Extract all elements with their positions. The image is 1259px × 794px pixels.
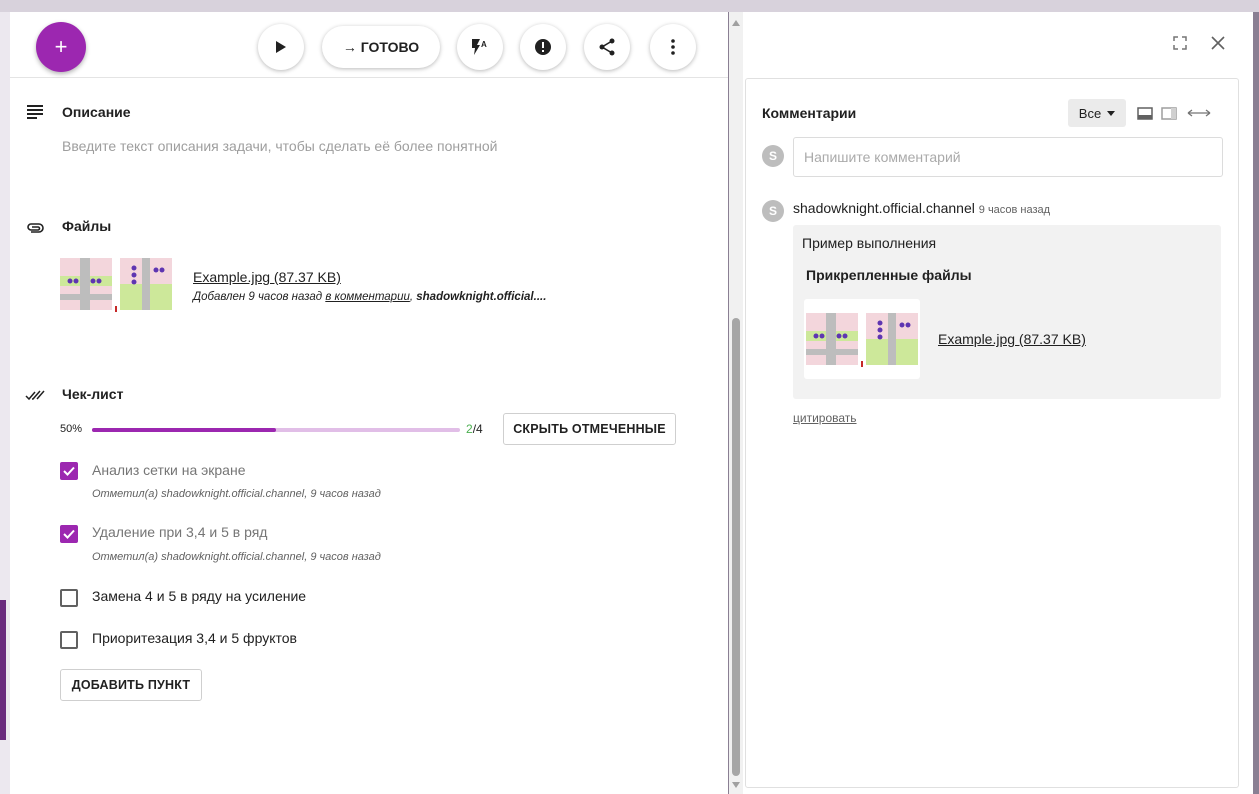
fullscreen-icon [1173,36,1187,50]
svg-text:A: A [481,40,487,49]
description-placeholder[interactable]: Введите текст описания задачи, чтобы сде… [62,138,497,154]
checklist-checkbox[interactable] [60,525,78,543]
checklist-item-text[interactable]: Удаление при 3,4 и 5 в ряд [92,524,267,540]
flash-auto-icon: A [472,39,487,55]
scroll-down-arrow[interactable] [732,782,740,788]
file-meta-text: Добавлен 9 часов назад [193,291,326,303]
avatar: S [762,145,784,167]
checklist-icon [25,386,45,406]
background-strip [0,0,1259,12]
share-icon [599,38,615,56]
checklist-title: Чек-лист [62,386,124,402]
checklist-item-meta: Отметил(а) shadowknight.official.channel… [92,551,381,563]
play-button[interactable] [258,24,304,70]
task-toolbar: + → ГОТОВО A [10,12,728,78]
comment-text: Пример выполнения [802,235,937,251]
add-button[interactable]: + [36,22,86,72]
close-button[interactable] [1207,32,1229,54]
plus-icon: + [54,34,68,59]
progress-done-count: 2 [466,422,473,436]
checklist-item-text[interactable]: Анализ сетки на экране [92,462,246,478]
attached-files-title: Прикрепленные файлы [806,267,972,283]
comments-panel: Комментарии Все S S shadowknight.officia… [743,12,1253,794]
file-link[interactable]: Example.jpg (87.37 KB) [193,269,341,285]
layout-bottom-button[interactable] [1136,105,1154,121]
checklist-checkbox[interactable] [60,462,78,480]
more-vertical-icon [671,39,675,55]
attachment-icon [25,218,45,238]
share-button[interactable] [584,24,630,70]
description-icon [25,102,45,122]
file-meta-comment-link[interactable]: в комментарии [325,291,410,303]
scrollbar[interactable] [729,12,743,794]
comments-filter-dropdown[interactable]: Все [1068,99,1126,127]
expand-width-button[interactable] [1186,105,1212,121]
comment-header: shadowknight.official.channel 9 часов на… [793,200,1050,216]
flash-auto-button[interactable]: A [457,24,503,70]
alert-button[interactable] [520,24,566,70]
more-button[interactable] [650,24,696,70]
layout-side-button[interactable] [1160,105,1178,121]
scroll-up-arrow[interactable] [732,20,740,26]
chevron-down-icon [1107,110,1116,116]
file-meta: Добавлен 9 часов назад в комментарии, sh… [193,291,546,303]
comment-body: Пример выполнения Прикрепленные файлы Ex… [793,225,1221,399]
comments-card: Комментарии Все S S shadowknight.officia… [745,78,1239,788]
done-button[interactable]: → ГОТОВО [322,26,440,68]
attachment-link[interactable]: Example.jpg (87.37 KB) [938,331,1086,347]
checklist-item-meta: Отметил(а) shadowknight.official.channel… [92,488,381,500]
scrollbar-thumb[interactable] [732,318,740,776]
filter-label: Все [1078,105,1102,121]
comments-title: Комментарии [762,105,857,121]
panel-bottom-icon [1137,106,1153,120]
add-item-button[interactable]: ДОБАВИТЬ ПУНКТ [60,669,202,701]
play-icon [276,41,286,53]
checklist-checkbox[interactable] [60,631,78,649]
checklist-item-text[interactable]: Приоритезация 3,4 и 5 фруктов [92,630,297,646]
close-icon [1211,36,1225,50]
progress-bar [92,428,460,432]
panel-side-icon [1161,106,1177,120]
comment-time: 9 часов назад [978,204,1051,216]
comment-author: shadowknight.official.channel [793,200,975,216]
files-title: Файлы [62,218,112,234]
file-thumbnail[interactable] [60,258,174,314]
quote-link[interactable]: цитировать [793,411,857,425]
expand-horizontal-icon [1187,109,1211,117]
attachment-thumbnail[interactable] [804,299,920,379]
done-button-label: → ГОТОВО [342,39,420,55]
checklist-checkbox[interactable] [60,589,78,607]
background-accent [0,600,6,740]
progress-total: /4 [472,422,483,436]
comment-input[interactable] [793,137,1223,177]
progress-percent: 50% [60,423,83,435]
checklist-item-text[interactable]: Замена 4 и 5 в ряду на усиление [92,588,306,604]
hide-checked-button[interactable]: СКРЫТЬ ОТМЕЧЕННЫЕ [503,413,676,445]
progress-count: 2/4 [466,422,483,436]
progress-bar-fill [92,428,276,432]
alert-icon [535,39,551,55]
check-icon [63,466,75,476]
fullscreen-button[interactable] [1169,32,1191,54]
description-title: Описание [62,104,131,120]
comment-author-avatar: S [762,200,784,222]
check-icon [63,529,75,539]
task-details-panel: + → ГОТОВО A Описание Введите текст опис… [10,12,728,794]
file-meta-author: shadowknight.official.... [416,291,547,303]
